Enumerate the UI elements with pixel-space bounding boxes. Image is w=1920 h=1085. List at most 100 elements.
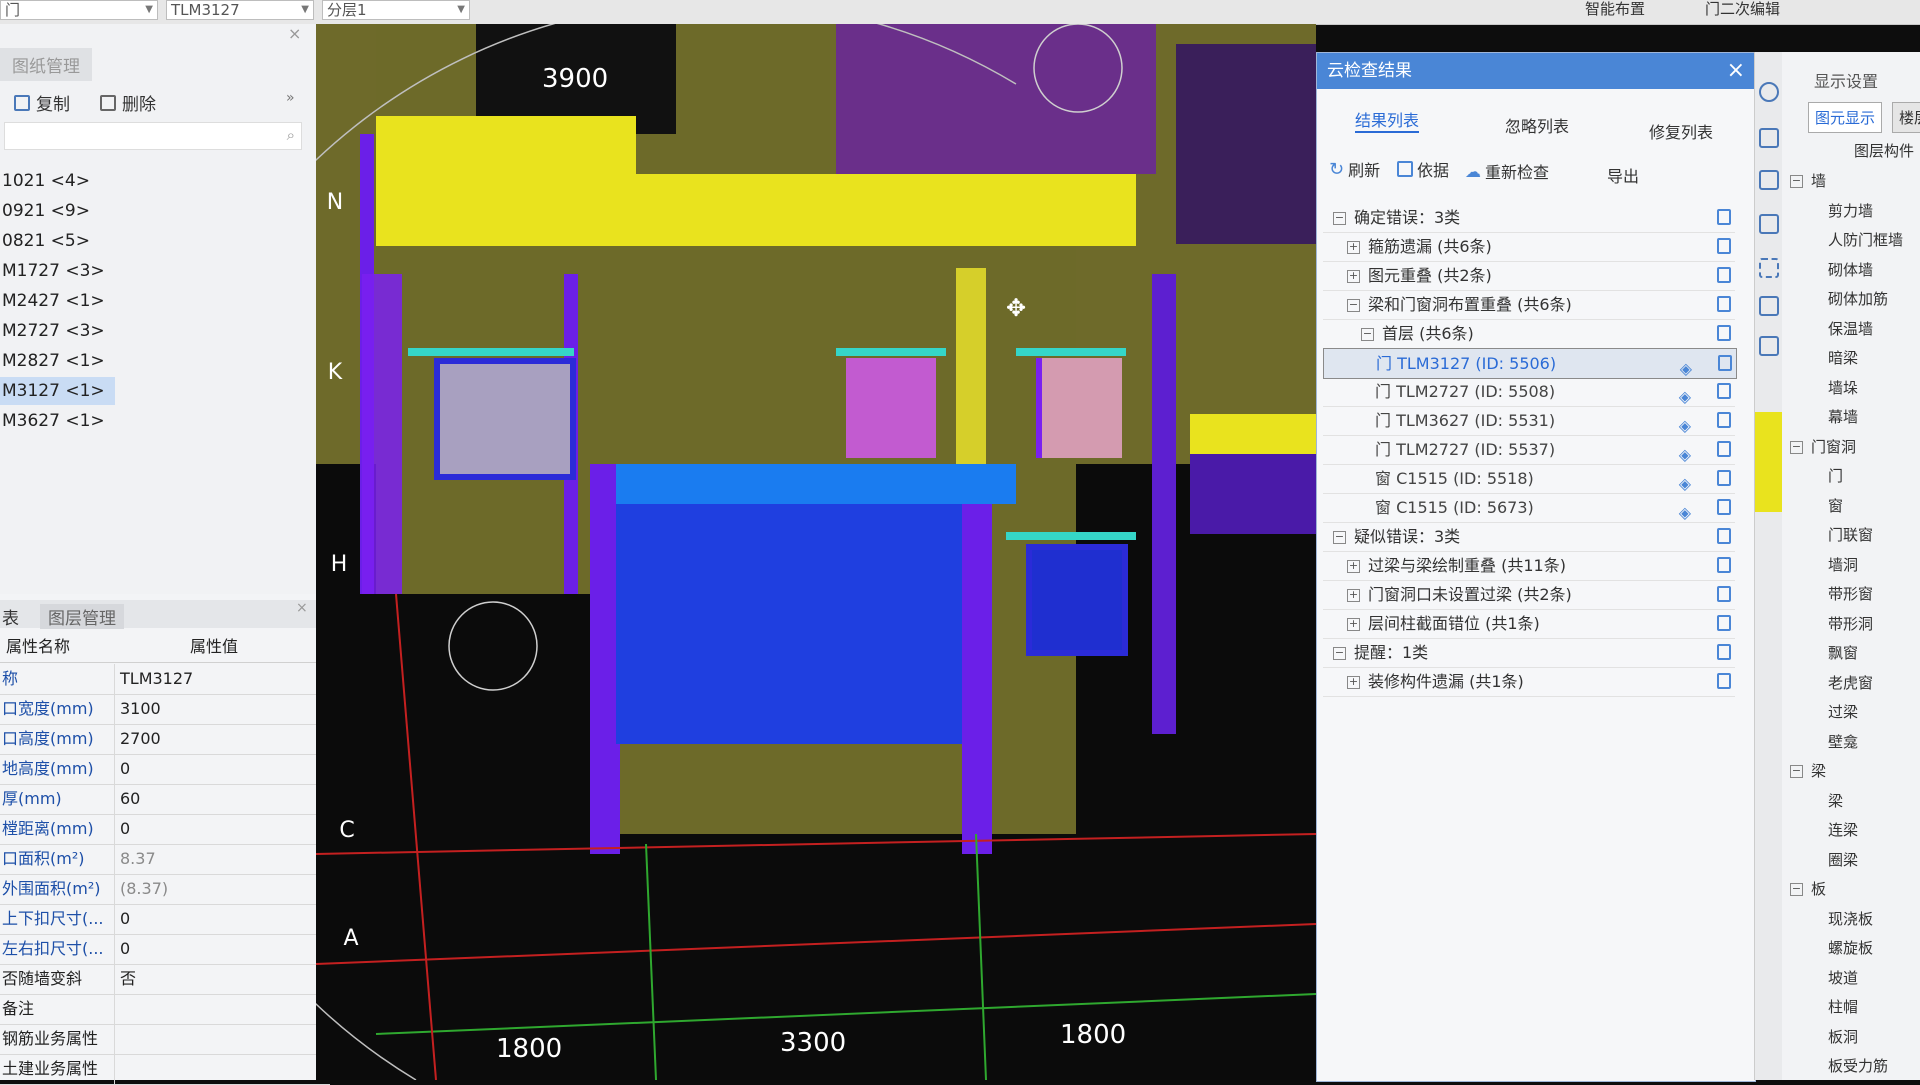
fit-view-icon[interactable] [1759,258,1779,278]
property-row[interactable]: 樘距离(mm) 0 [0,814,330,845]
result-tree-row[interactable]: 窗 C1515 (ID: 5673) ◈ [1323,493,1735,523]
result-tree-row[interactable]: + 层间柱截面错位 (共1条) [1323,609,1735,639]
display-group[interactable]: − 门窗洞 [1790,436,1856,457]
drawing-list-item[interactable]: M3627 <1> [0,407,115,435]
display-item[interactable]: 墙垛 [1828,377,1858,398]
orbit-icon[interactable] [1759,82,1779,102]
smart-layout-button[interactable]: 智能布置 [1585,0,1645,18]
collapse-icon[interactable]: − [1361,328,1374,341]
property-row[interactable]: 否随墙变斜否 [0,964,330,995]
document-icon[interactable] [1717,615,1731,631]
document-icon[interactable] [1717,441,1731,457]
component-type-select[interactable]: 门 ▼ [0,0,158,20]
display-item[interactable]: 门联窗 [1828,524,1873,545]
display-item[interactable]: 带形窗 [1828,583,1873,604]
collapse-icon[interactable]: − [1790,440,1803,454]
property-value[interactable]: 0 [120,754,130,784]
view-settings-icon[interactable] [1759,296,1779,316]
close-icon[interactable]: × [1727,53,1745,89]
property-value[interactable]: 0 [120,934,130,964]
drawing-list-item[interactable]: M2727 <3> [0,317,115,345]
display-item[interactable]: 坡道 [1828,967,1858,988]
display-item[interactable]: 梁 [1828,790,1843,811]
expand-icon[interactable]: + [1347,676,1360,689]
recheck-button[interactable]: ☁ 重新检查 [1465,159,1549,183]
tab-repair-list[interactable]: 修复列表 [1649,119,1713,143]
cube-icon[interactable] [1759,214,1779,234]
tab-properties[interactable]: 表 [2,604,19,629]
export-button[interactable]: 导出 [1607,163,1639,187]
property-row[interactable]: 口高度(mm) 2700 [0,724,330,755]
more-icon[interactable]: » [286,90,295,106]
document-icon[interactable] [1717,586,1731,602]
display-item[interactable]: 砌体墙 [1828,259,1873,280]
document-icon[interactable] [1717,325,1731,341]
document-icon[interactable] [1717,267,1731,283]
drawing-list-item[interactable]: 0821 <5> [0,227,115,255]
display-item[interactable]: 剪力墙 [1828,200,1873,221]
display-item[interactable]: 门 [1828,465,1843,486]
3d-box-icon[interactable] [1759,170,1779,190]
result-tree-row[interactable]: + 门窗洞口未设置过梁 (共2条) [1323,580,1735,610]
2d-view-icon[interactable] [1759,128,1779,148]
property-row[interactable]: 土建业务属性 [0,1054,330,1085]
collapse-icon[interactable]: − [1333,531,1346,544]
display-item[interactable]: 板受力筋 [1828,1055,1888,1076]
property-value[interactable]: 0 [120,814,130,844]
property-row[interactable]: 左右扣尺寸(... 0 [0,934,330,965]
property-row[interactable]: 钢筋业务属性 [0,1024,330,1055]
result-tree-row[interactable]: 窗 C1515 (ID: 5518) ◈ [1323,464,1735,494]
copy-button[interactable]: 复制 [14,90,70,115]
result-tree-row[interactable]: 门 TLM3127 (ID: 5506) ◈ [1323,348,1737,379]
result-tree-row[interactable]: 门 TLM2727 (ID: 5508) ◈ [1323,377,1735,407]
display-item[interactable]: 幕墙 [1828,406,1858,427]
display-item[interactable]: 人防门框墙 [1828,229,1903,250]
document-icon[interactable] [1717,557,1731,573]
drawing-search-input[interactable]: ⌕ [4,122,302,150]
property-row[interactable]: 地高度(mm) 0 [0,754,330,785]
property-value[interactable]: 2700 [120,724,161,754]
property-value[interactable]: 0 [120,904,130,934]
property-row[interactable]: 厚(mm) 60 [0,784,330,815]
expand-icon[interactable]: + [1347,589,1360,602]
result-tree-row[interactable]: + 图元重叠 (共2条) [1323,261,1735,291]
collapse-icon[interactable]: − [1790,883,1803,896]
tab-floor[interactable]: 楼层 [1892,102,1920,133]
display-group[interactable]: − 梁 [1790,760,1826,781]
result-tree-row[interactable]: 门 TLM2727 (ID: 5537) ◈ [1323,435,1735,465]
expand-icon[interactable]: + [1347,618,1360,631]
property-value[interactable]: TLM3127 [120,664,193,694]
drawing-list-item[interactable]: 1021 <4> [0,167,115,195]
display-item[interactable]: 飘窗 [1828,642,1858,663]
document-icon[interactable] [1717,528,1731,544]
result-tree-row[interactable]: + 装修构件遗漏 (共1条) [1323,667,1735,697]
property-value[interactable]: 3100 [120,694,161,724]
basis-button[interactable]: 依据 [1397,157,1449,181]
property-row[interactable]: 称 TLM3127 [0,664,330,695]
collapse-icon[interactable]: − [1333,212,1346,225]
document-icon[interactable] [1717,499,1731,515]
drawing-list-item[interactable]: M2427 <1> [0,287,115,315]
display-group[interactable]: − 板 [1790,878,1826,899]
display-item[interactable]: 板洞 [1828,1026,1858,1047]
property-row[interactable]: 口面积(m²) 8.37 [0,844,330,875]
document-icon[interactable] [1718,355,1732,371]
property-value[interactable]: 60 [120,784,140,814]
display-item[interactable]: 老虎窗 [1828,672,1873,693]
refresh-button[interactable]: ↻ 刷新 [1329,157,1380,181]
property-value[interactable]: 8.37 [120,844,156,874]
panel-close-icon[interactable]: × [288,24,301,43]
drawing-list-item[interactable]: M1727 <3> [0,257,115,285]
result-tree-row[interactable]: − 提醒：1类 [1323,638,1735,668]
drawing-list-item[interactable]: M2827 <1> [0,347,115,375]
document-icon[interactable] [1717,470,1731,486]
display-item[interactable]: 螺旋板 [1828,937,1873,958]
property-row[interactable]: 口宽度(mm) 3100 [0,694,330,725]
property-row[interactable]: 外围面积(m²) (8.37) [0,874,330,905]
layer-select[interactable]: 分层1 ▼ [322,0,470,20]
document-icon[interactable] [1717,383,1731,399]
display-group[interactable]: − 墙 [1790,170,1826,191]
expand-icon[interactable]: + [1347,560,1360,573]
drawing-list-item[interactable]: M3127 <1> [0,377,115,405]
document-icon[interactable] [1717,412,1731,428]
